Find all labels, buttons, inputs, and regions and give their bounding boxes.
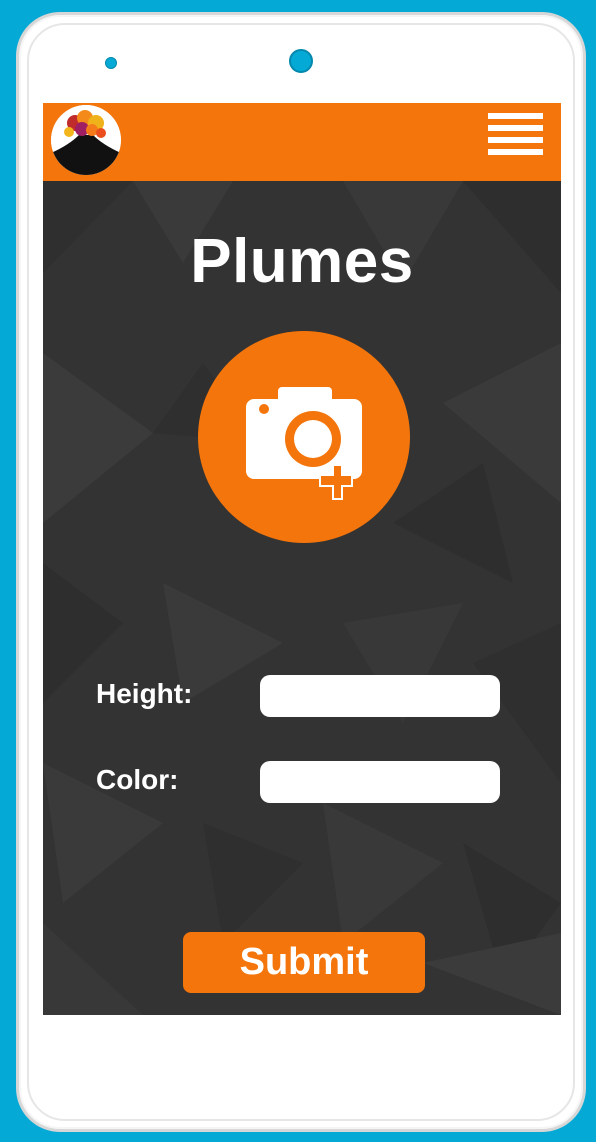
height-input[interactable] <box>260 675 500 717</box>
hamburger-menu-icon[interactable] <box>488 113 543 157</box>
menu-line <box>488 149 543 155</box>
add-photo-camera-icon <box>246 387 362 500</box>
phone-sensor-dot <box>105 57 117 69</box>
volcano-plume-logo-icon <box>51 105 121 175</box>
color-label: Color: <box>96 764 179 795</box>
top-app-bar <box>43 103 561 181</box>
color-input[interactable] <box>260 761 500 803</box>
app-logo[interactable] <box>51 105 121 175</box>
page-title: Plumes <box>190 227 414 296</box>
add-photo-button[interactable] <box>198 331 410 543</box>
app-screen: Plumes Height: Color: Submit <box>43 103 561 1015</box>
phone-front-camera <box>289 49 313 73</box>
menu-line <box>488 137 543 143</box>
menu-line <box>488 113 543 119</box>
submit-button[interactable]: Submit <box>183 932 425 993</box>
height-label: Height: <box>96 678 193 709</box>
menu-line <box>488 125 543 131</box>
